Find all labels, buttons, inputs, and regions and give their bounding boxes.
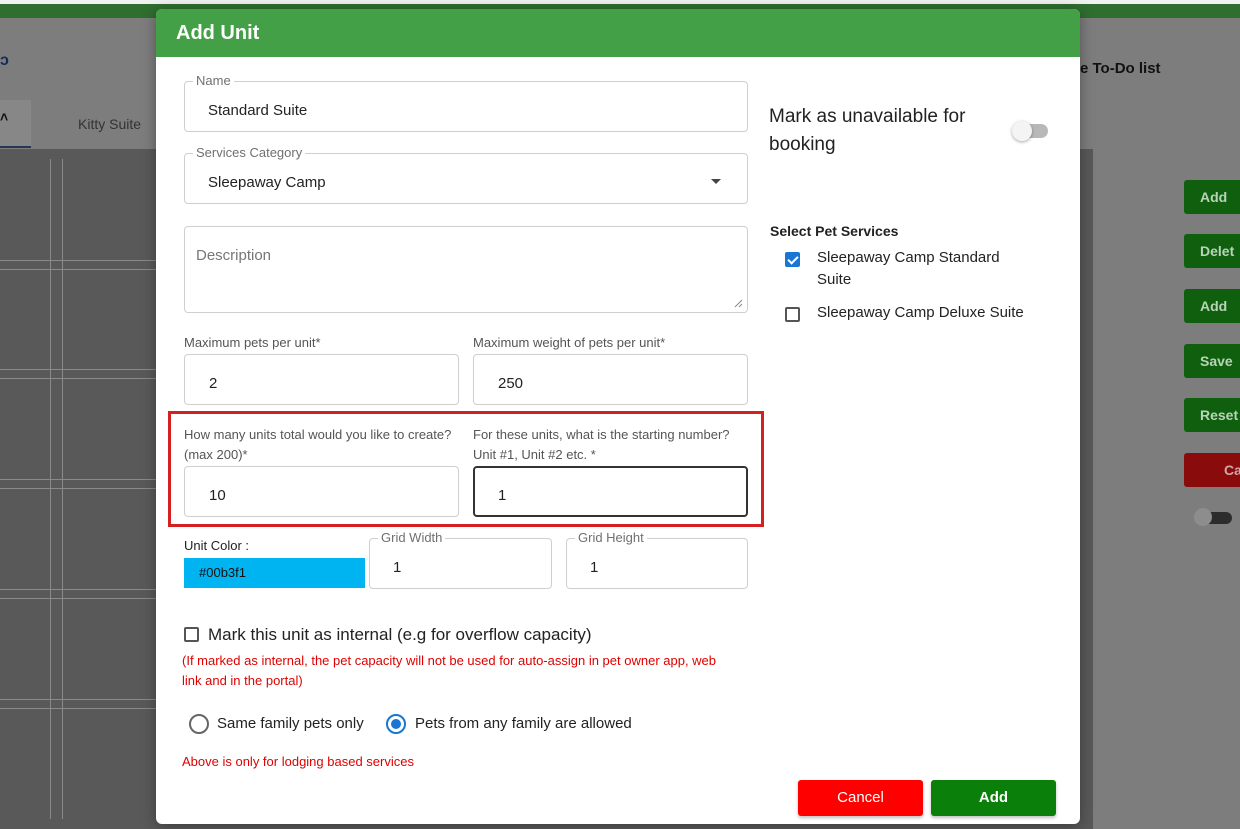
background-todo-link[interactable]: e To-Do list xyxy=(1080,60,1161,77)
max-weight-value: 250 xyxy=(498,375,524,392)
lodging-note: Above is only for lodging based services xyxy=(182,754,414,769)
background-toggle[interactable] xyxy=(1194,508,1232,526)
units-total-input[interactable]: 10 xyxy=(184,466,459,517)
add-button[interactable]: Add xyxy=(931,780,1056,816)
name-field-value: Standard Suite xyxy=(208,102,308,119)
background-tab-kitty-suite[interactable]: Kitty Suite xyxy=(78,116,141,132)
grid-height-input[interactable]: Grid Height 1 xyxy=(566,530,748,589)
service-checkbox-standard[interactable] xyxy=(785,252,800,267)
grid-width-label: Grid Width xyxy=(378,530,446,546)
resize-handle-icon[interactable] xyxy=(733,298,743,308)
max-weight-label: Maximum weight of pets per unit* xyxy=(473,335,666,350)
radio-same-family[interactable] xyxy=(189,714,209,734)
background-tab-glyph: ˄ xyxy=(0,109,9,125)
dialog-title: Add Unit xyxy=(156,9,1080,57)
unavailable-toggle[interactable] xyxy=(1012,121,1048,141)
service-label-standard[interactable]: Sleepaway Camp Standard Suite xyxy=(817,247,1037,291)
background-add-button[interactable]: Add xyxy=(1184,180,1240,214)
internal-note: (If marked as internal, the pet capacity… xyxy=(182,651,716,691)
services-category-select[interactable]: Services Category Sleepaway Camp xyxy=(184,145,748,204)
grid-width-value: 1 xyxy=(393,559,402,576)
name-field-label: Name xyxy=(193,73,234,89)
internal-checkbox[interactable] xyxy=(184,627,199,642)
max-pets-label: Maximum pets per unit* xyxy=(184,335,321,350)
internal-note-line1: (If marked as internal, the pet capacity… xyxy=(182,653,717,668)
starting-number-input[interactable]: 1 xyxy=(473,466,748,517)
background-save-button[interactable]: Save xyxy=(1184,344,1240,378)
unit-color-label: Unit Color : xyxy=(184,538,250,553)
max-weight-input[interactable]: 250 xyxy=(473,354,748,405)
background-tab-active[interactable]: ˄ xyxy=(0,100,31,148)
unit-color-picker[interactable]: #00b3f1 xyxy=(184,558,365,588)
unavailable-label: Mark as unavailable for booking xyxy=(769,106,966,155)
starting-number-value: 1 xyxy=(498,487,507,504)
max-pets-input[interactable]: 2 xyxy=(184,354,459,405)
units-total-label: How many units total would you like to c… xyxy=(184,425,474,465)
pet-services-title: Select Pet Services xyxy=(770,223,899,239)
radio-any-family[interactable] xyxy=(386,714,406,734)
description-textarea[interactable]: Description xyxy=(184,226,748,313)
background-left-glyph: ɔ xyxy=(0,52,9,69)
grid-height-label: Grid Height xyxy=(575,530,647,546)
radio-same-family-label[interactable]: Same family pets only xyxy=(217,715,364,732)
units-total-label-line1: How many units total would you like to c… xyxy=(184,427,452,442)
cancel-button[interactable]: Cancel xyxy=(798,780,923,816)
internal-checkbox-label[interactable]: Mark this unit as internal (e.g for over… xyxy=(208,625,592,645)
background-add-button-2[interactable]: Add xyxy=(1184,289,1240,323)
name-field[interactable]: Name Standard Suite xyxy=(184,73,748,132)
internal-note-line2: link and in the portal) xyxy=(182,673,303,688)
service-checkbox-deluxe[interactable] xyxy=(785,307,800,322)
services-category-label: Services Category xyxy=(193,145,306,161)
starting-number-label-line1: For these units, what is the starting nu… xyxy=(473,427,730,442)
add-unit-dialog: Add Unit Name Standard Suite Services Ca… xyxy=(156,9,1080,824)
radio-any-family-label[interactable]: Pets from any family are allowed xyxy=(415,715,632,732)
starting-number-label: For these units, what is the starting nu… xyxy=(473,425,763,465)
grid-height-value: 1 xyxy=(590,559,599,576)
starting-number-label-line2: Unit #1, Unit #2 etc. * xyxy=(473,447,596,462)
max-pets-value: 2 xyxy=(209,375,218,392)
chevron-down-icon xyxy=(711,179,721,184)
service-label-deluxe[interactable]: Sleepaway Camp Deluxe Suite xyxy=(817,302,1037,324)
services-category-value: Sleepaway Camp xyxy=(208,174,326,191)
background-delete-button[interactable]: Delet xyxy=(1184,234,1240,268)
units-total-label-line2: (max 200)* xyxy=(184,447,248,462)
units-total-value: 10 xyxy=(209,487,226,504)
background-cancel-button[interactable]: Ca xyxy=(1184,453,1240,487)
grid-width-input[interactable]: Grid Width 1 xyxy=(369,530,552,589)
description-placeholder: Description xyxy=(196,247,272,264)
background-reset-button[interactable]: Reset xyxy=(1184,398,1240,432)
